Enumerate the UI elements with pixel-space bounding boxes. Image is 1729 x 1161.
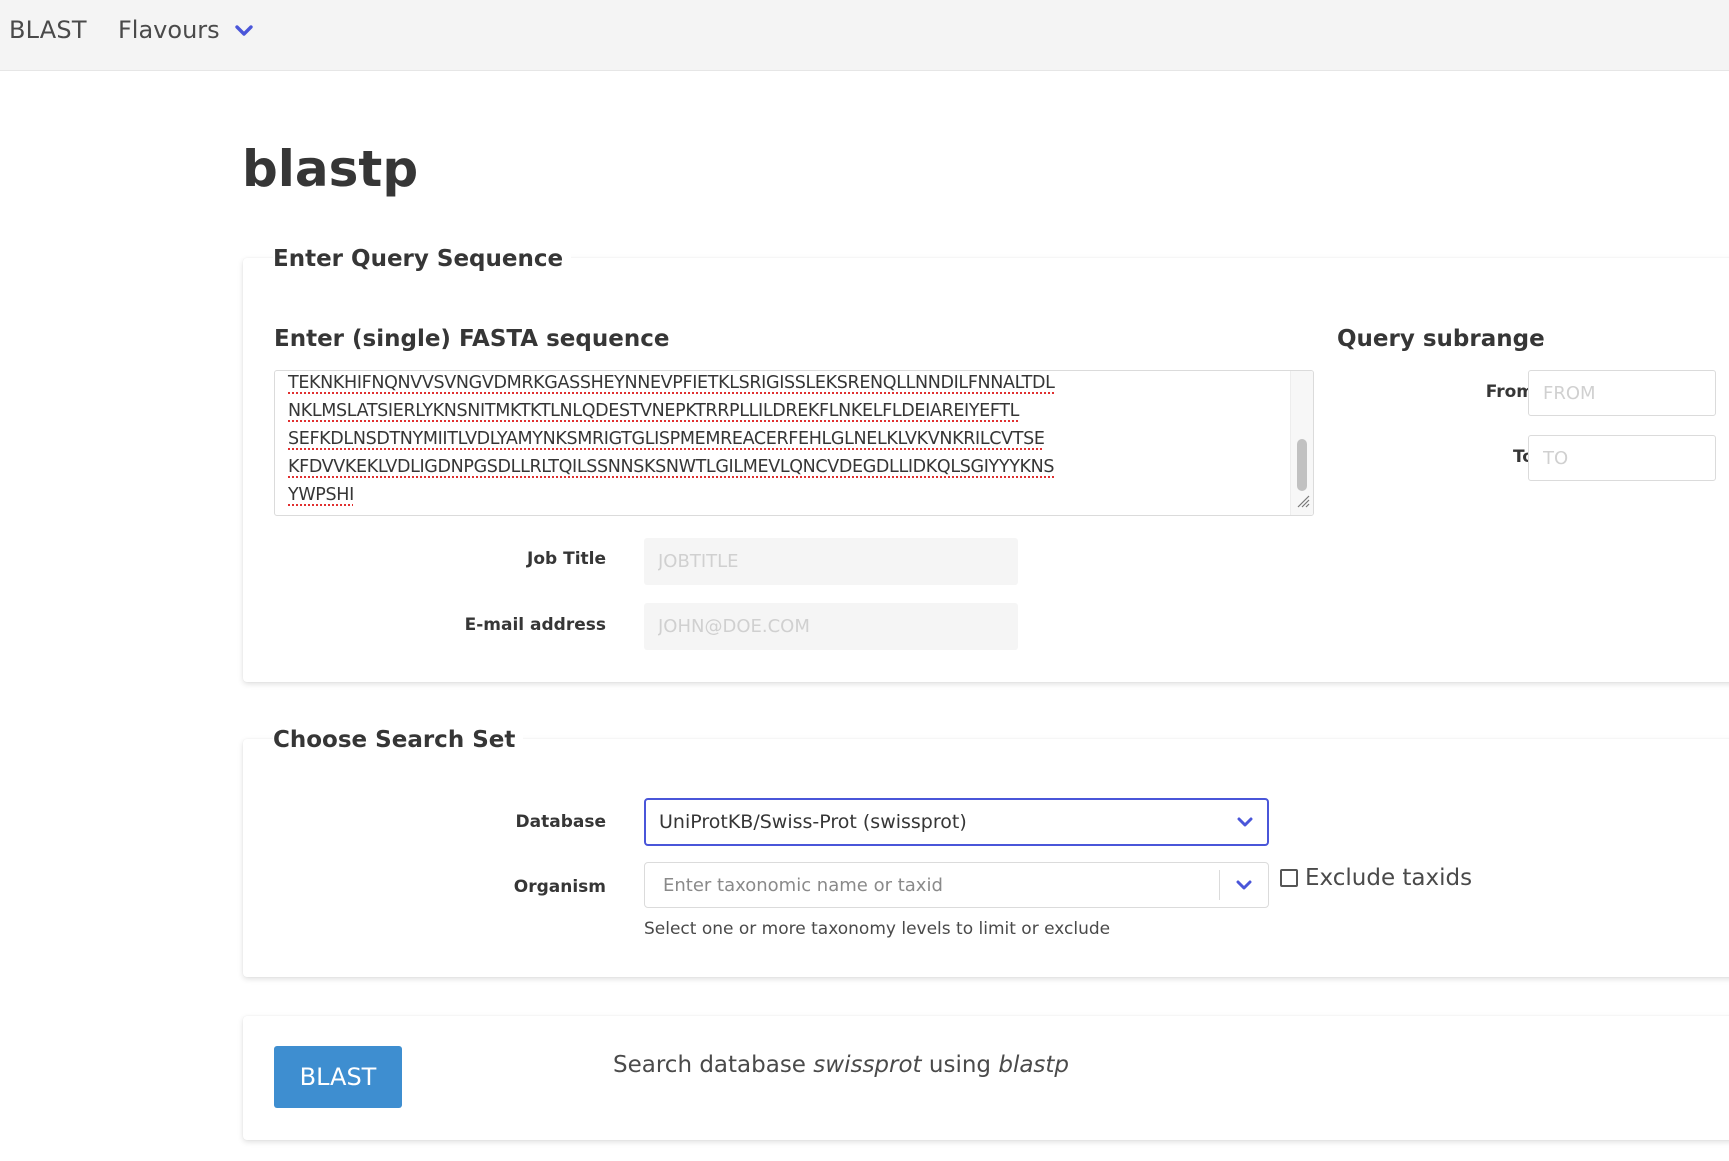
to-input[interactable] (1528, 435, 1716, 481)
flavours-label: Flavours (118, 16, 220, 44)
search-set-card: Choose Search Set Database UniProtKB/Swi… (243, 727, 1729, 977)
summary-prefix: Search database (613, 1052, 806, 1078)
blast-submit-button[interactable]: BLAST (274, 1046, 402, 1108)
top-navbar: BLAST Flavours (0, 0, 1729, 71)
search-summary: Search database swissprot using blastp (613, 1052, 1069, 1078)
sequence-line: YWPSHI (288, 485, 354, 505)
job-title-input[interactable] (644, 538, 1018, 585)
query-sequence-card: Enter Query Sequence Enter (single) FAST… (243, 246, 1729, 682)
chevron-down-icon (234, 16, 254, 44)
organism-label: Organism (513, 877, 606, 897)
organism-input[interactable] (661, 873, 1219, 897)
job-title-label: Job Title (527, 549, 606, 569)
submit-card: BLAST Search database swissprot using bl… (243, 1016, 1729, 1140)
resize-grip-icon[interactable] (1295, 493, 1311, 513)
query-subrange-label: Query subrange (1337, 326, 1545, 352)
summary-middle: using (928, 1052, 992, 1078)
scrollbar-thumb[interactable] (1297, 439, 1307, 491)
brand-link[interactable]: BLAST (9, 16, 87, 44)
sequence-line: TEKNKHIFNQNVVSVNGVDMRKGASSHEYNNEVPFIETKL… (288, 373, 1055, 393)
fasta-label: Enter (single) FASTA sequence (274, 326, 670, 352)
from-label: From (1485, 382, 1534, 402)
fasta-sequence-textarea[interactable]: TEKNKHIFNQNVVSVNGVDMRKGASSHEYNNEVPFIETKL… (274, 370, 1314, 516)
organism-help-text: Select one or more taxonomy levels to li… (644, 919, 1111, 939)
exclude-taxids-checkbox[interactable]: Exclude taxids (1280, 865, 1472, 891)
email-input[interactable] (644, 603, 1018, 650)
search-set-legend: Choose Search Set (273, 727, 524, 753)
checkbox-box[interactable] (1280, 869, 1298, 887)
to-label: To (1512, 447, 1534, 467)
email-label: E-mail address (464, 615, 606, 635)
sequence-line: SEFKDLNSDTNYMIITLVDLYAMYNKSMRIGTGLISPMEM… (288, 429, 1045, 449)
chevron-down-icon (1237, 813, 1253, 832)
chevron-down-icon[interactable] (1220, 879, 1268, 891)
page-title: blastp (242, 140, 419, 198)
database-selected-value: UniProtKB/Swiss-Prot (swissprot) (659, 811, 967, 833)
sequence-line: NKLMSLATSIERLYKNSNITMKTKTLNLQDESTVNEPKTR… (288, 401, 1020, 421)
flavours-dropdown[interactable]: Flavours (118, 16, 254, 44)
organism-select[interactable] (644, 862, 1269, 908)
summary-database: swissprot (813, 1052, 922, 1078)
sequence-text: TEKNKHIFNQNVVSVNGVDMRKGASSHEYNNEVPFIETKL… (288, 371, 1055, 509)
database-label: Database (515, 812, 606, 832)
sequence-line: KFDVVKEKLVDLIGDNPGSDLLRLTQILSSNNSKSNWTLG… (288, 457, 1055, 477)
database-select[interactable]: UniProtKB/Swiss-Prot (swissprot) (644, 798, 1269, 846)
summary-program: blastp (998, 1052, 1070, 1078)
query-legend: Enter Query Sequence (273, 246, 572, 272)
from-input[interactable] (1528, 370, 1716, 416)
exclude-taxids-label: Exclude taxids (1305, 865, 1473, 891)
